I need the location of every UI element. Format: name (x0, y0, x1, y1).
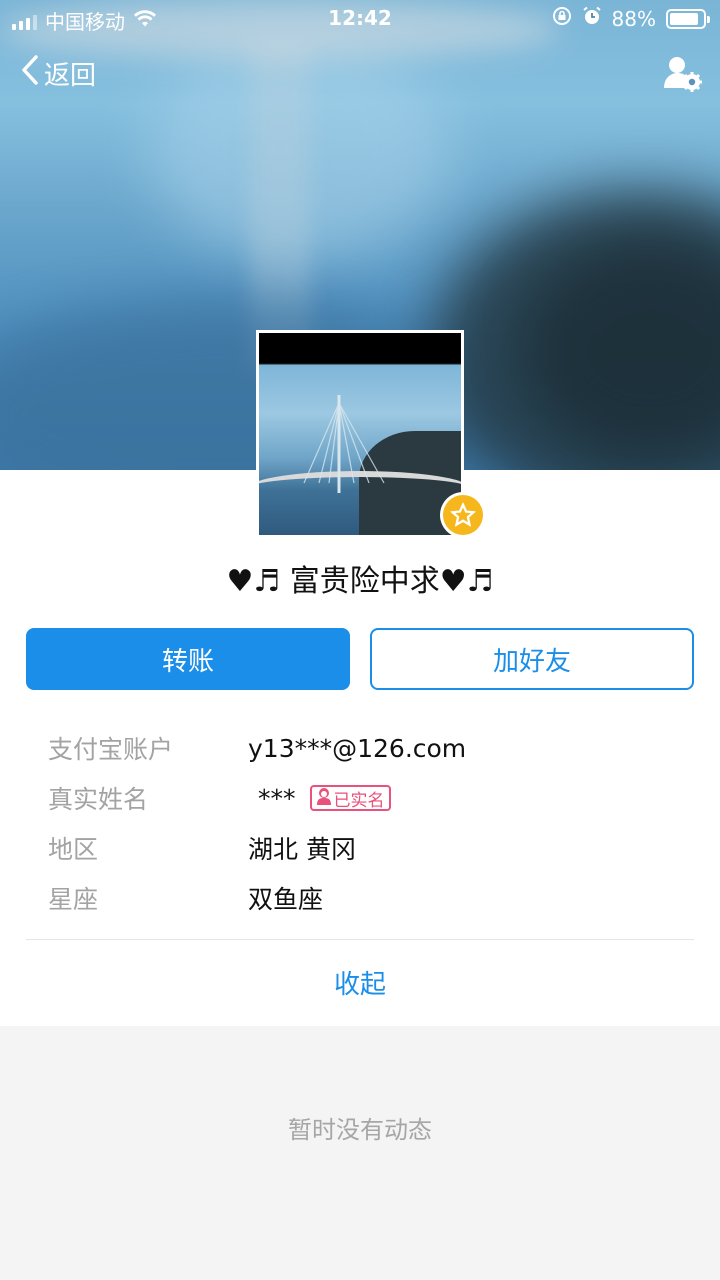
info-key: 支付宝账户 (48, 735, 174, 764)
alarm-icon (582, 6, 602, 31)
info-row-zodiac: 星座 双鱼座 (48, 878, 688, 918)
person-icon (316, 787, 332, 810)
chevron-left-icon (20, 54, 40, 93)
info-value[interactable]: y13***@126.com (248, 734, 466, 763)
info-row-account: 支付宝账户 y13***@126.com (48, 728, 688, 768)
verified-badge: 已实名 (309, 785, 391, 811)
battery-percent: 88% (611, 6, 656, 31)
add-friend-button[interactable]: 加好友 (370, 628, 694, 690)
info-key: 星座 (48, 885, 99, 914)
info-key: 地区 (48, 835, 99, 864)
verified-label: 已实名 (333, 790, 385, 811)
profile-name: ♥♬ 富贵险中求♥♬ (226, 564, 494, 599)
transfer-button[interactable]: 转账 (26, 628, 350, 690)
info-key: 真实姓名 (48, 785, 149, 814)
rotation-lock-icon (552, 6, 572, 31)
battery-icon (666, 8, 710, 29)
collapse-button[interactable]: 收起 (0, 964, 720, 1001)
status-bar: 中国移动 12:42 88% (0, 0, 720, 40)
info-value: 双鱼座 (248, 885, 324, 914)
back-label: 返回 (44, 61, 97, 91)
avatar[interactable] (256, 330, 464, 538)
empty-feed-message: 暂时没有动态 (288, 1116, 432, 1144)
divider (26, 939, 694, 940)
star-icon (443, 495, 483, 535)
user-settings-icon[interactable] (662, 54, 702, 94)
info-value: *** (258, 783, 296, 813)
info-row-real-name: 真实姓名 *** 已实名 (48, 778, 688, 818)
star-badge (440, 492, 486, 538)
info-row-region: 地区 湖北 黄冈 (48, 828, 688, 868)
back-button[interactable]: 返回 (20, 54, 96, 93)
nav-bar: 返回 (0, 48, 720, 98)
info-value: 湖北 黄冈 (248, 835, 356, 864)
